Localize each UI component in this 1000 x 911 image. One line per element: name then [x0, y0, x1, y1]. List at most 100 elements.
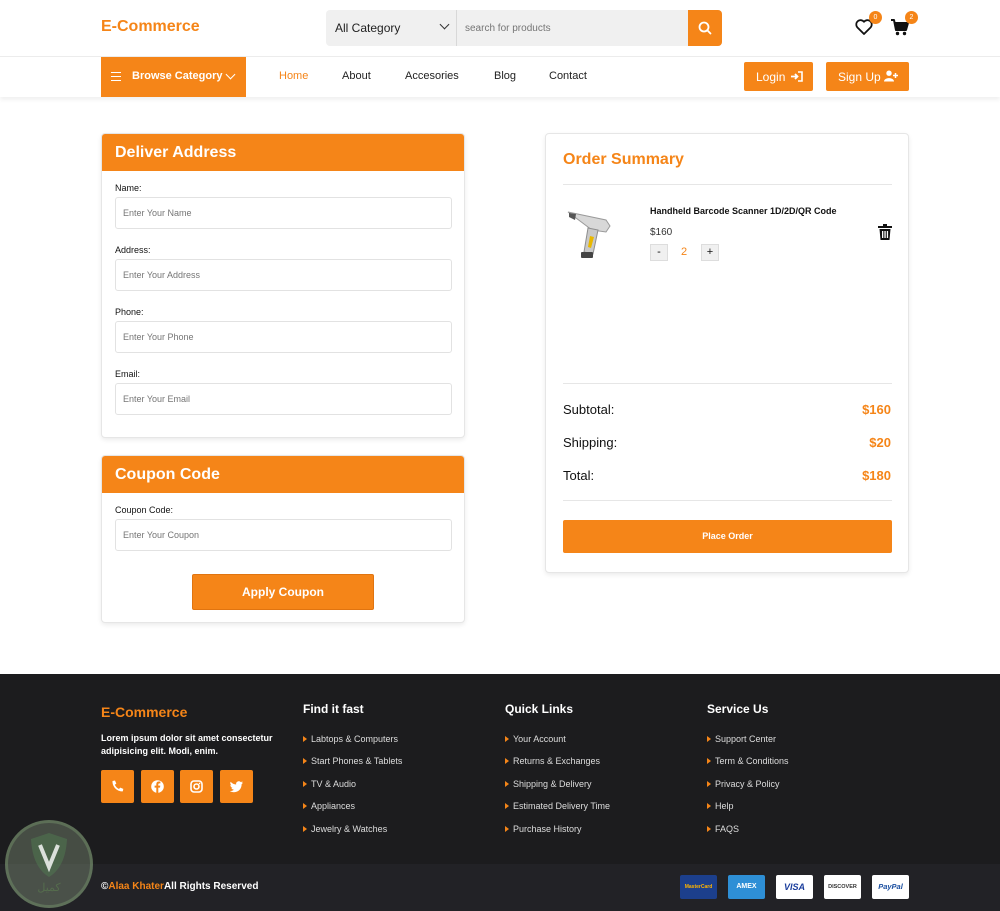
browse-category-button[interactable]: Browse Category — [101, 57, 246, 97]
place-order-button[interactable]: Place Order — [563, 520, 892, 553]
discover-badge: DISCOVER — [824, 875, 861, 899]
footer-bottom-bar: ©Alaa KhaterAll Rights Reserved MasterCa… — [0, 864, 1000, 911]
footer-col-title: Find it fast — [303, 702, 364, 716]
subtotal-value: $160 — [862, 402, 891, 417]
order-summary-title: Order Summary — [563, 151, 684, 168]
login-button[interactable]: Login — [744, 62, 813, 91]
name-field[interactable] — [115, 197, 452, 229]
quantity-decrease-button[interactable]: - — [650, 244, 668, 261]
footer-link[interactable]: Jewelry & Watches — [303, 824, 387, 834]
instagram-button[interactable] — [180, 770, 213, 803]
apply-coupon-button[interactable]: Apply Coupon — [192, 574, 374, 610]
footer-link[interactable]: Appliances — [303, 801, 355, 811]
search-input[interactable] — [458, 10, 688, 46]
twitter-icon — [229, 781, 243, 793]
footer-description: Lorem ipsum dolor sit amet consectetur a… — [101, 733, 273, 756]
footer-col-title: Quick Links — [505, 702, 574, 716]
coupon-label: Coupon Code: — [115, 505, 174, 515]
login-label: Login — [756, 70, 786, 84]
rights-text: All Rights Reserved — [163, 881, 259, 892]
signup-button[interactable]: Sign Up — [826, 62, 909, 91]
chevron-down-icon — [439, 19, 450, 30]
menu-icon — [111, 72, 121, 81]
email-field[interactable] — [115, 383, 452, 415]
cart-button[interactable]: 2 — [890, 11, 918, 37]
footer: E-Commerce Lorem ipsum dolor sit amet co… — [0, 674, 1000, 864]
login-icon — [791, 71, 803, 82]
browse-category-label: Browse Category — [132, 70, 223, 82]
coupon-title: Coupon Code — [102, 456, 464, 493]
product-name: Handheld Barcode Scanner 1D/2D/QR Code — [650, 206, 837, 216]
footer-link[interactable]: Purchase History — [505, 824, 582, 834]
footer-col-title: Service Us — [707, 702, 769, 716]
wishlist-button[interactable]: 0 — [854, 11, 882, 37]
email-label: Email: — [115, 369, 141, 379]
watermark-logo: كميل — [5, 820, 93, 908]
total-value: $180 — [862, 468, 891, 483]
address-field[interactable] — [115, 259, 452, 291]
footer-link[interactable]: Returns & Exchanges — [505, 756, 600, 766]
nav-contact[interactable]: Contact — [549, 70, 587, 82]
nav-about[interactable]: About — [342, 70, 371, 82]
footer-link[interactable]: Term & Conditions — [707, 756, 789, 766]
footer-link[interactable]: Privacy & Policy — [707, 779, 780, 789]
trash-icon[interactable] — [878, 224, 892, 240]
search-bar: All Category — [326, 10, 722, 46]
footer-link[interactable]: Your Account — [505, 734, 566, 744]
amex-badge: AMEX — [728, 875, 765, 899]
twitter-button[interactable] — [220, 770, 253, 803]
footer-link[interactable]: Estimated Delivery Time — [505, 801, 610, 811]
site-logo[interactable]: E-Commerce — [101, 18, 200, 36]
shipping-label: Shipping: — [563, 435, 618, 450]
coupon-card: Coupon Code Coupon Code: Apply Coupon — [101, 455, 465, 623]
main-nav: Browse Category Home About Accesories Bl… — [0, 57, 1000, 97]
barcode-scanner-image — [567, 211, 611, 258]
instagram-icon — [190, 780, 203, 793]
footer-link[interactable]: FAQS — [707, 824, 739, 834]
divider — [563, 184, 892, 185]
top-header: E-Commerce All Category 0 2 — [0, 0, 1000, 57]
phone-label: Phone: — [115, 307, 144, 317]
mastercard-badge: MasterCard — [680, 875, 717, 899]
wishlist-count-badge: 0 — [869, 11, 882, 24]
footer-link[interactable]: Start Phones & Tablets — [303, 756, 402, 766]
facebook-button[interactable] — [141, 770, 174, 803]
footer-link[interactable]: Shipping & Delivery — [505, 779, 592, 789]
chevron-down-icon — [225, 69, 236, 80]
category-select[interactable]: All Category — [326, 10, 457, 46]
nav-home[interactable]: Home — [279, 70, 308, 82]
paypal-badge: PayPal — [872, 875, 909, 899]
deliver-address-card: Deliver Address Name: Address: Phone: Em… — [101, 133, 465, 438]
footer-link[interactable]: TV & Audio — [303, 779, 356, 789]
footer-link[interactable]: Help — [707, 801, 734, 811]
total-label: Total: — [563, 468, 595, 483]
search-icon — [698, 21, 712, 35]
search-button[interactable] — [688, 10, 722, 46]
visa-badge: VISA — [776, 875, 813, 899]
quantity-increase-button[interactable]: + — [701, 244, 719, 261]
name-label: Name: — [115, 183, 142, 193]
footer-link[interactable]: Labtops & Computers — [303, 734, 398, 744]
coupon-field[interactable] — [115, 519, 452, 551]
divider — [563, 383, 892, 384]
add-user-icon — [884, 70, 898, 82]
nav-accesories[interactable]: Accesories — [405, 70, 459, 82]
order-summary-card: Order Summary Handheld Barcode Scanner 1… — [545, 133, 909, 573]
shipping-value: $20 — [869, 435, 891, 450]
deliver-address-title: Deliver Address — [102, 134, 464, 171]
product-price: $160 — [650, 227, 673, 238]
shield-icon — [31, 833, 67, 877]
cart-count-badge: 2 — [905, 11, 918, 24]
footer-logo[interactable]: E-Commerce — [101, 704, 187, 720]
facebook-icon — [151, 780, 164, 793]
author-link[interactable]: Alaa Khater — [108, 881, 164, 892]
category-select-value: All Category — [335, 21, 401, 35]
phone-icon — [112, 780, 124, 792]
phone-field[interactable] — [115, 321, 452, 353]
watermark-text: كميل — [37, 882, 61, 894]
copyright-text: ©Alaa KhaterAll Rights Reserved — [101, 881, 258, 892]
phone-button[interactable] — [101, 770, 134, 803]
footer-link[interactable]: Support Center — [707, 734, 776, 744]
nav-blog[interactable]: Blog — [494, 70, 516, 82]
divider — [563, 500, 892, 501]
